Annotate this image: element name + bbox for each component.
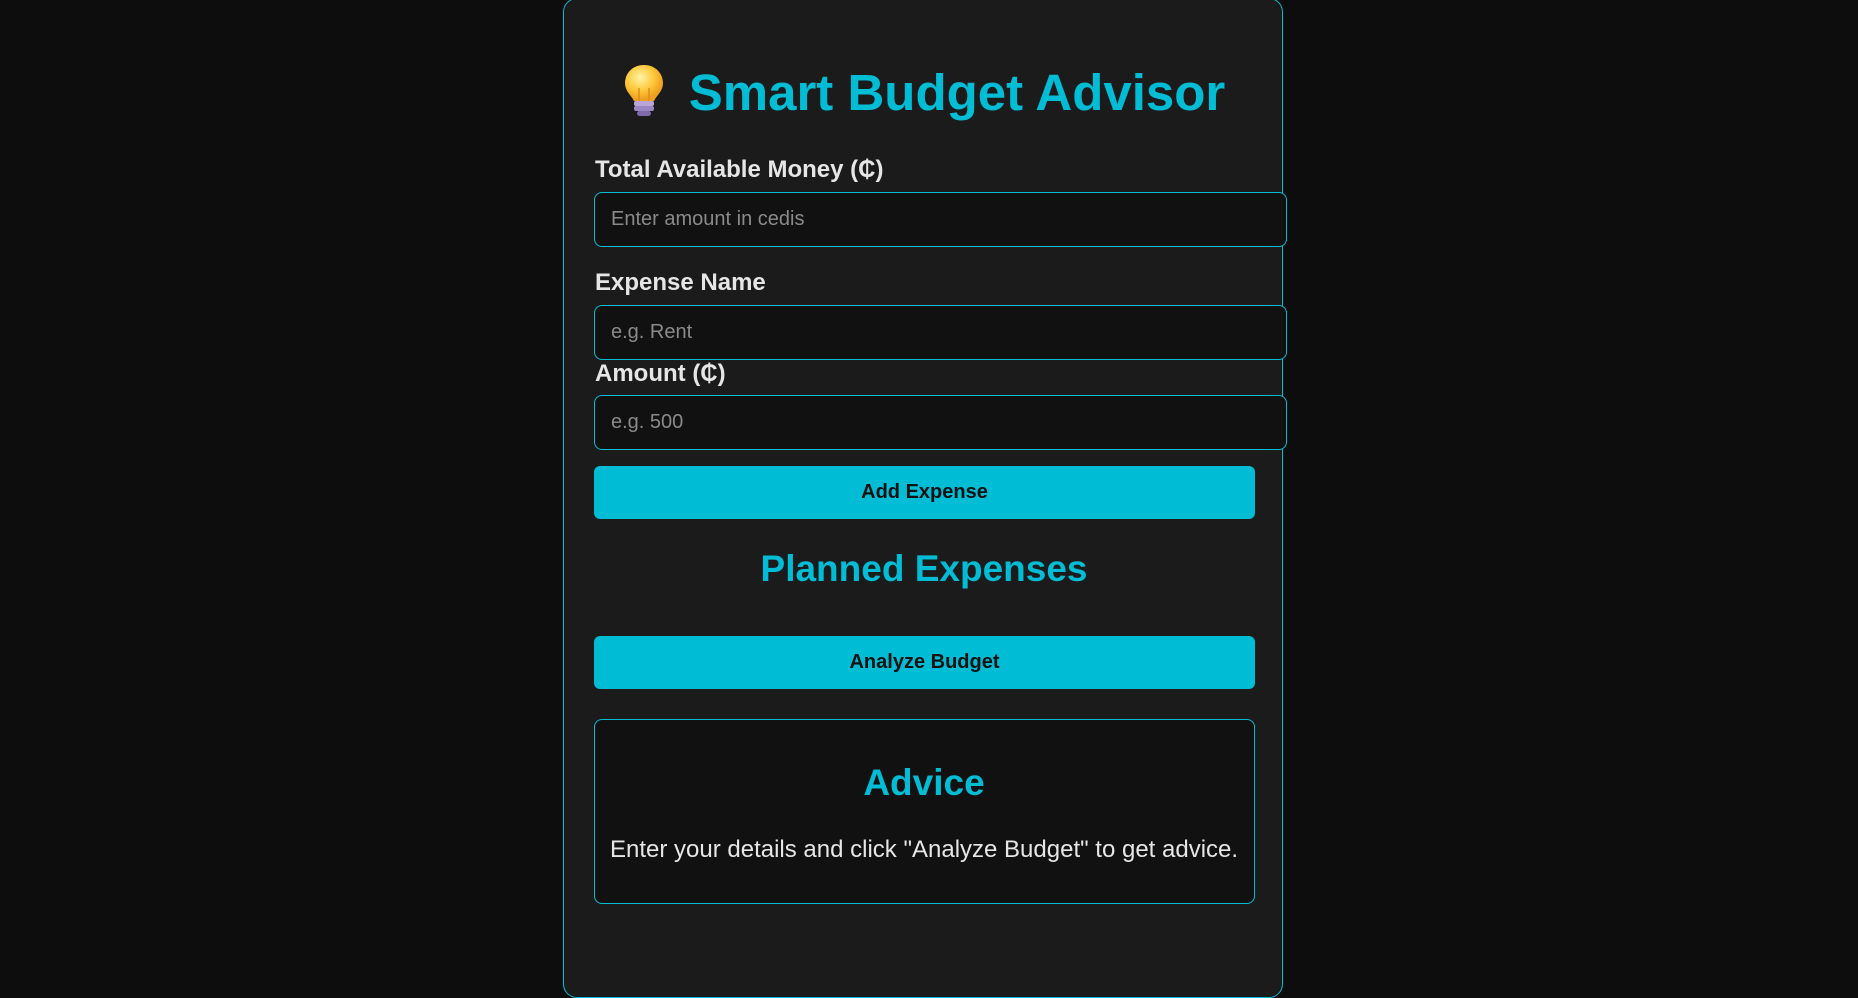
page-title-text: Smart Budget Advisor [688,64,1226,121]
total-money-label: Total Available Money (₵) [595,156,884,183]
amount-label: Amount (₵) [595,360,726,387]
advice-panel [594,719,1255,904]
page-title: Smart Budget Advisor [564,61,1282,125]
budget-card: Smart Budget Advisor Total Available Mon… [563,0,1287,998]
analyze-budget-button[interactable]: Analyze Budget [594,636,1255,689]
add-expense-button[interactable]: Add Expense [594,466,1255,519]
lightbulb-icon [624,65,663,116]
amount-input[interactable] [594,395,1287,450]
expense-name-label: Expense Name [595,269,766,296]
expense-name-input[interactable] [594,305,1287,360]
expense-list [594,599,1255,629]
total-money-input[interactable] [594,192,1287,247]
planned-expenses-heading: Planned Expenses [760,548,1088,589]
advice-heading: Advice [863,762,985,803]
advice-text: Enter your details and click "Analyze Bu… [610,836,1239,863]
